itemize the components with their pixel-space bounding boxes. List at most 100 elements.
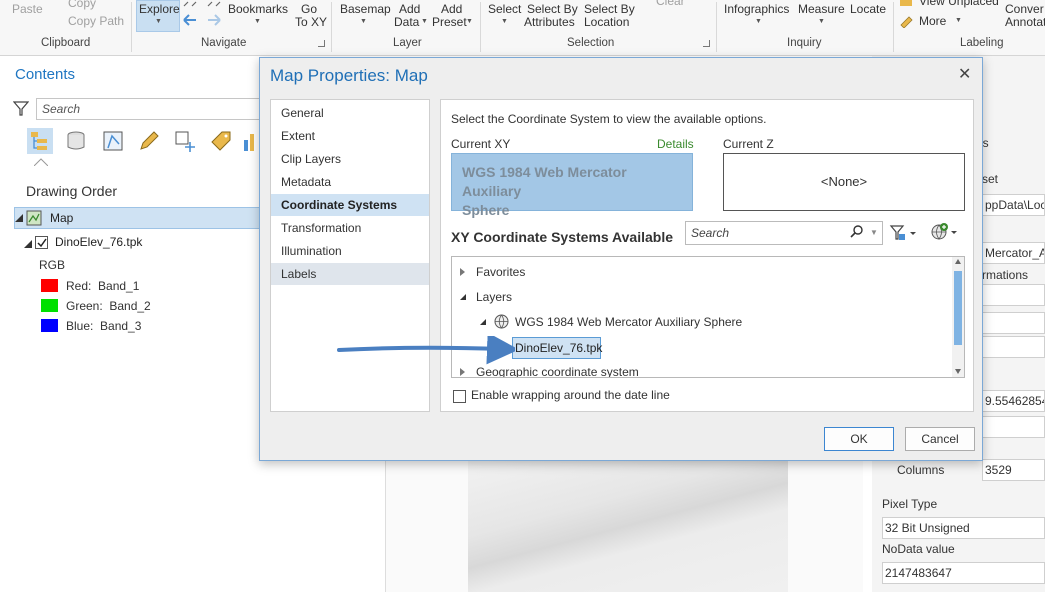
expand-arrow-icon[interactable] bbox=[460, 368, 465, 376]
tree-scrollbar[interactable] bbox=[952, 257, 964, 377]
nav-item-transformation[interactable]: Transformation bbox=[271, 217, 429, 239]
select-by-attributes-label: Attributes bbox=[524, 15, 575, 29]
collapse-arrow-icon[interactable] bbox=[24, 240, 32, 248]
more-button[interactable]: More bbox=[919, 14, 946, 28]
spatial-reference-field[interactable]: Mercator_Aux bbox=[982, 242, 1045, 264]
ribbon-separator bbox=[480, 2, 481, 52]
locate-button[interactable]: Locate bbox=[850, 2, 886, 16]
copy-path-button[interactable]: Copy Path bbox=[68, 14, 124, 28]
selection-launcher-icon[interactable] bbox=[703, 40, 710, 47]
nav-item-labels[interactable]: Labels bbox=[271, 263, 429, 285]
navigate-group-label: Navigate bbox=[201, 37, 247, 49]
go-to-xy-button[interactable]: Go bbox=[301, 2, 317, 16]
map-name: Map bbox=[50, 211, 74, 225]
coordinate-search-input[interactable]: Search ▼ bbox=[685, 221, 883, 245]
copy-button[interactable]: Copy bbox=[68, 0, 96, 10]
select-button[interactable]: Select bbox=[488, 2, 521, 16]
filter-icon[interactable] bbox=[13, 100, 29, 116]
view-unplaced-button[interactable]: View Unplaced bbox=[919, 0, 999, 8]
nodata-field[interactable]: 2147483647 bbox=[882, 562, 1045, 584]
basemap-button[interactable]: Basemap bbox=[340, 2, 391, 16]
close-icon[interactable]: ✕ bbox=[958, 64, 971, 84]
current-xy-box[interactable]: WGS 1984 Web Mercator Auxiliary Sphere bbox=[451, 153, 693, 218]
current-z-box[interactable]: <None> bbox=[723, 153, 965, 211]
nav-item-general[interactable]: General bbox=[271, 102, 429, 124]
navigate-launcher-icon[interactable] bbox=[318, 40, 325, 47]
drawing-order-icon bbox=[31, 132, 47, 150]
add-data-button[interactable]: Add bbox=[399, 2, 420, 16]
search-icon[interactable] bbox=[850, 225, 864, 239]
chevron-down-icon[interactable]: ▼ bbox=[870, 228, 878, 237]
annotation-arrow-icon bbox=[337, 336, 515, 365]
pixel-type-field[interactable]: 32 Bit Unsigned bbox=[882, 517, 1045, 539]
bookmarks-button[interactable]: Bookmarks bbox=[228, 2, 288, 16]
nav-item-clip-layers[interactable]: Clip Layers bbox=[271, 148, 429, 170]
select-by-attributes-button[interactable]: Select By bbox=[527, 2, 578, 16]
coordinate-field[interactable]: 9.55462854 bbox=[982, 390, 1045, 412]
properties-field[interactable] bbox=[982, 284, 1045, 306]
elevation-raster-image bbox=[468, 460, 788, 592]
contents-title: Contents bbox=[15, 66, 76, 83]
label-tag-icon bbox=[211, 131, 231, 151]
convert-label: Annotat bbox=[1005, 15, 1045, 29]
wrap-dateline-checkbox[interactable] bbox=[453, 390, 466, 403]
measure-button[interactable]: Measure bbox=[798, 2, 845, 16]
expand-arrow-icon[interactable] bbox=[460, 268, 465, 276]
cancel-button[interactable]: Cancel bbox=[905, 427, 975, 451]
add-preset-button[interactable]: Add bbox=[441, 2, 462, 16]
path-field[interactable]: ppData\Loca bbox=[982, 194, 1045, 216]
back-forward-arrows-icon[interactable] bbox=[182, 12, 222, 28]
scroll-down-icon[interactable] bbox=[955, 369, 961, 374]
columns-field[interactable]: 3529 bbox=[982, 459, 1045, 481]
layer-visibility-checkbox[interactable] bbox=[35, 236, 48, 249]
chevron-down-icon: ▼ bbox=[466, 18, 473, 25]
infographics-button[interactable]: Infographics bbox=[724, 2, 789, 16]
list-by-source-button[interactable] bbox=[63, 128, 89, 154]
properties-field[interactable] bbox=[982, 312, 1045, 334]
select-by-location-button[interactable]: Select By bbox=[584, 2, 635, 16]
dialog-title: Map Properties: Map bbox=[270, 66, 428, 85]
full-extent-icon[interactable] bbox=[182, 0, 222, 8]
current-xy-label: Current XY bbox=[451, 137, 511, 151]
tree-node-dinoelev[interactable]: DinoElev_76.tpk bbox=[512, 337, 602, 359]
list-by-selection-button[interactable] bbox=[100, 128, 126, 154]
scroll-thumb[interactable] bbox=[954, 271, 962, 345]
list-by-drawing-order-button[interactable] bbox=[27, 128, 53, 154]
blue-swatch bbox=[41, 319, 58, 332]
filter-dropdown-icon[interactable] bbox=[889, 223, 919, 243]
available-systems-heading: XY Coordinate Systems Available bbox=[451, 229, 674, 245]
properties-field[interactable] bbox=[982, 336, 1045, 358]
coordinate-systems-panel: Select the Coordinate System to view the… bbox=[440, 99, 974, 412]
explore-label: Explore bbox=[139, 2, 180, 16]
list-by-snapping-button[interactable] bbox=[172, 128, 198, 154]
properties-field[interactable] bbox=[982, 416, 1045, 438]
list-by-editing-button[interactable] bbox=[136, 128, 162, 154]
labeling-group-label: Labeling bbox=[960, 37, 1004, 49]
add-preset-label: Preset bbox=[432, 15, 467, 29]
collapse-arrow-icon[interactable] bbox=[460, 294, 466, 300]
contents-pane: Contents Search Drawing Order Map DinoEl… bbox=[10, 60, 270, 592]
selection-group-label: Selection bbox=[567, 37, 615, 49]
nav-item-extent[interactable]: Extent bbox=[271, 125, 429, 147]
map-view[interactable] bbox=[385, 460, 863, 592]
details-link[interactable]: Details bbox=[657, 137, 694, 151]
go-to-xy-label: To XY bbox=[295, 15, 328, 29]
ok-button[interactable]: OK bbox=[824, 427, 894, 451]
list-by-labeling-button[interactable] bbox=[208, 128, 234, 154]
map-tree-item[interactable]: Map bbox=[14, 207, 270, 229]
coordinate-system-tree[interactable]: Favorites Layers WGS 1984 Web Mercator A… bbox=[451, 256, 965, 378]
nav-item-illumination[interactable]: Illumination bbox=[271, 240, 429, 262]
convert-button[interactable]: Conver bbox=[1005, 2, 1044, 16]
scroll-up-icon[interactable] bbox=[955, 259, 961, 264]
collapse-arrow-icon[interactable] bbox=[15, 214, 23, 222]
contents-search-input[interactable]: Search bbox=[36, 98, 260, 120]
chevron-down-icon: ▼ bbox=[155, 18, 162, 25]
paste-button[interactable]: Paste bbox=[12, 2, 43, 16]
nav-item-metadata[interactable]: Metadata bbox=[271, 171, 429, 193]
collapse-arrow-icon[interactable] bbox=[480, 319, 486, 325]
nav-item-coordinate-systems[interactable]: Coordinate Systems bbox=[271, 194, 429, 216]
map-icon bbox=[26, 210, 42, 226]
clear-button[interactable]: Clear bbox=[656, 0, 685, 8]
list-by-charts-button[interactable] bbox=[242, 128, 260, 154]
add-coordinate-system-icon[interactable] bbox=[930, 222, 960, 242]
